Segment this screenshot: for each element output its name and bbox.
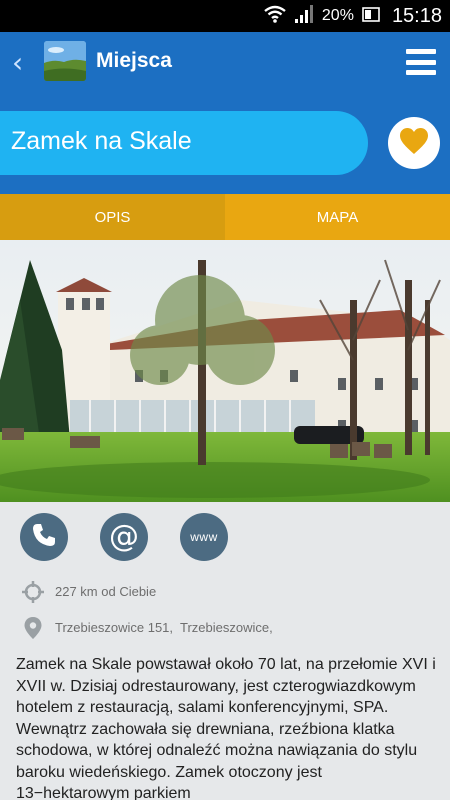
status-bar: 20% 15:18 <box>0 0 450 32</box>
heart-icon <box>399 127 429 159</box>
app-title: Miejsca <box>96 49 172 72</box>
map-pin-icon <box>22 616 44 640</box>
place-photo <box>0 240 450 502</box>
email-icon: @ <box>109 519 139 554</box>
distance-text: 227 km od Ciebie <box>55 584 157 599</box>
menu-button[interactable] <box>406 49 436 75</box>
battery-percent: 20% <box>321 7 354 24</box>
place-description: Zamek na Skale powstawał około 70 lat, n… <box>16 656 436 800</box>
address-text: Trzebieszowice 151, Trzebieszowice, <box>55 620 273 635</box>
call-button[interactable] <box>20 513 68 561</box>
contact-actions: @ www <box>0 502 450 572</box>
battery-icon <box>362 5 380 27</box>
address-row[interactable]: Trzebieszowice 151, Trzebieszowice, <box>0 610 450 646</box>
clock: 15:18 <box>391 4 442 27</box>
wifi-icon <box>264 5 286 27</box>
chevron-left-icon: ‹ <box>12 46 24 79</box>
back-button[interactable]: ‹ <box>12 46 23 79</box>
email-button[interactable]: @ <box>100 513 148 561</box>
hamburger-menu-icon <box>406 49 436 54</box>
website-button[interactable]: www <box>180 513 228 561</box>
phone-icon <box>31 522 57 552</box>
crosshair-location-icon <box>22 580 44 604</box>
place-title-pill: Zamek na Skale <box>0 111 368 175</box>
place-header: Zamek na Skale <box>0 96 450 194</box>
favorite-button[interactable] <box>388 117 440 169</box>
category-thumbnail <box>44 41 86 81</box>
signal-icon <box>294 4 314 28</box>
app-bar: ‹ Miejsca <box>0 32 450 96</box>
place-title: Zamek na Skale <box>11 127 192 155</box>
tab-bar: OPIS MAPA <box>0 194 450 240</box>
tab-opis[interactable]: OPIS <box>0 194 225 240</box>
tab-mapa[interactable]: MAPA <box>225 194 450 240</box>
distance-row: 227 km od Ciebie <box>0 574 450 610</box>
www-icon: www <box>190 530 218 544</box>
